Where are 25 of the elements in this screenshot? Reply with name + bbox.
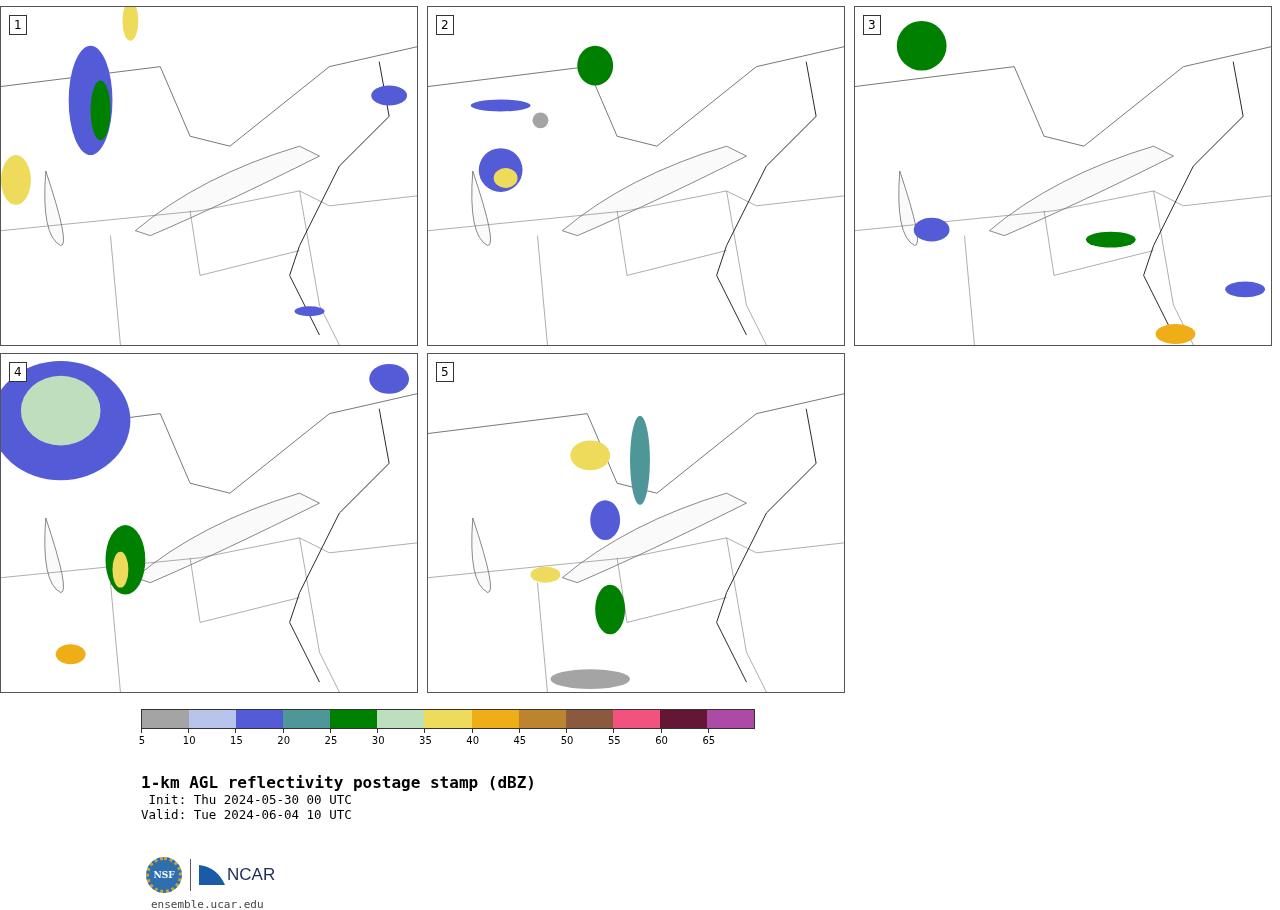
tick-label: 20 [277, 735, 291, 746]
tick-label: 50 [560, 735, 574, 746]
tick-label: 10 [182, 735, 196, 746]
tick-label: 40 [466, 735, 479, 746]
tick-label: 55 [608, 735, 621, 746]
panel-number: 3 [863, 15, 881, 35]
init-time: Init: Thu 2024-05-30 00 UTC [147, 792, 353, 807]
tick-label: 65 [702, 735, 716, 746]
nsf-logo: NSF [146, 857, 182, 893]
tick-label: 25 [324, 735, 338, 746]
tick-label: 60 [655, 735, 668, 746]
tick-label: 15 [230, 735, 243, 746]
site-url: ensemble.ucar.edu [151, 898, 265, 910]
tick-label: 35 [419, 735, 432, 746]
panel-number: 1 [9, 15, 27, 35]
tick-label: 45 [513, 735, 527, 746]
ncar-logo: NCAR [227, 865, 276, 885]
tick-label: 30 [371, 735, 385, 746]
panel-number: 4 [9, 362, 27, 382]
panel-number: 5 [436, 362, 454, 382]
panel-number: 2 [436, 15, 454, 35]
valid-time: Valid: Tue 2024-06-04 10 UTC [141, 807, 353, 822]
swoosh-icon [199, 865, 225, 885]
chart-title: 1-km AGL reflectivity postage stamp (dBZ) [141, 773, 537, 792]
tick-label: 5 [138, 735, 146, 746]
